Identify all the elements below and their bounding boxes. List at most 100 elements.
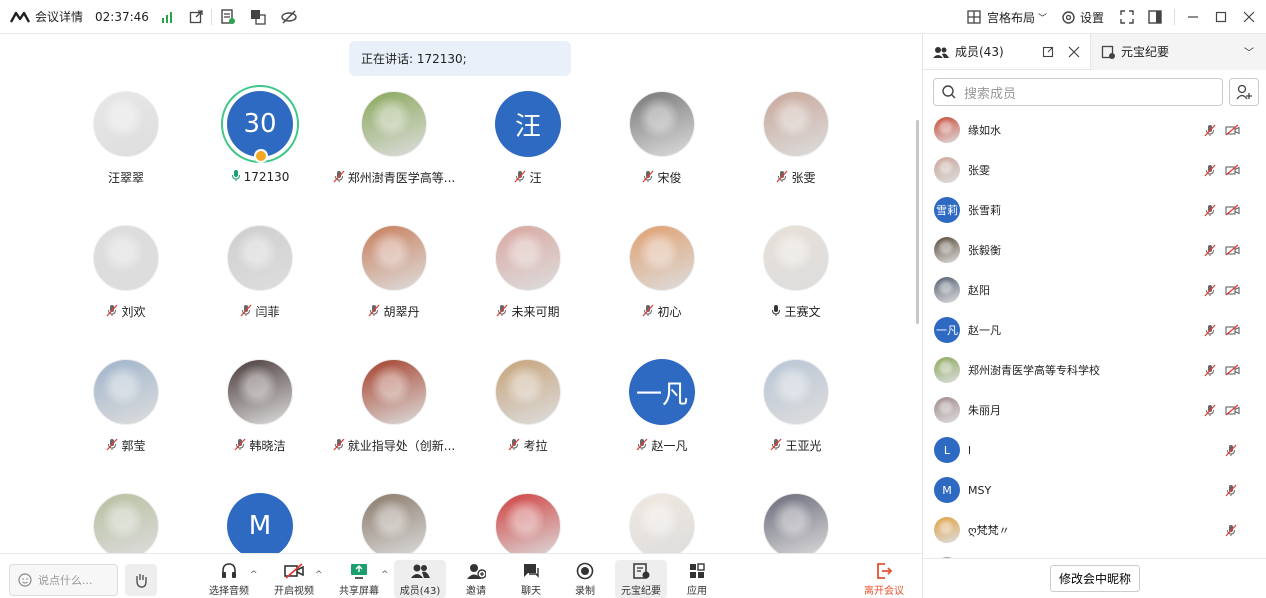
grid-layout-icon[interactable] xyxy=(967,10,981,24)
layout-button[interactable]: 宫格布局 xyxy=(987,9,1035,26)
participant-tile[interactable]: 王赛文 xyxy=(731,223,861,343)
add-member-button[interactable] xyxy=(1229,78,1259,106)
participant-tile[interactable]: 初心 xyxy=(597,223,727,343)
members-button[interactable]: 成员(43) xyxy=(394,560,446,598)
mic-muted-icon[interactable] xyxy=(1204,204,1218,217)
member-search[interactable]: 搜索成员 xyxy=(933,78,1223,106)
participant-tile[interactable] xyxy=(597,491,727,553)
member-row[interactable]: 郑州澍青医学高等专科学校 xyxy=(923,350,1266,390)
mic-muted-icon[interactable] xyxy=(1204,164,1218,177)
mic-muted-icon[interactable] xyxy=(1204,244,1218,257)
video-options-icon[interactable]: ^ xyxy=(315,570,323,580)
share-out-icon[interactable] xyxy=(189,9,203,24)
tab-members[interactable]: 成员(43) xyxy=(923,33,1091,70)
member-row[interactable]: 张雯 xyxy=(923,150,1266,190)
member-row[interactable]: 赵阳 xyxy=(923,270,1266,310)
close-panel-icon[interactable] xyxy=(1068,46,1080,58)
audio-button[interactable]: 选择音频 xyxy=(203,560,255,598)
participant-tile[interactable]: 郭莹 xyxy=(61,357,191,477)
participant-tile[interactable]: 刘欢 xyxy=(61,223,191,343)
minimize-icon[interactable] xyxy=(1187,11,1199,23)
participant-tile[interactable]: 汪翠翠 xyxy=(61,89,191,209)
video-button[interactable]: 开启视频 xyxy=(268,560,320,598)
participant-tile[interactable]: 胡翠丹 xyxy=(329,223,459,343)
mic-muted-icon[interactable] xyxy=(1204,124,1218,137)
chevron-down-icon[interactable]: ﹀ xyxy=(1038,11,1047,24)
edit-nickname-button[interactable]: 修改会中昵称 xyxy=(1049,565,1140,592)
participant-tile[interactable] xyxy=(329,491,459,553)
mic-muted-icon[interactable] xyxy=(1204,404,1218,417)
camera-off-icon[interactable] xyxy=(1225,244,1240,257)
app-title[interactable]: 会议详情 xyxy=(35,8,83,25)
member-row[interactable]: 一凡 赵一凡 xyxy=(923,310,1266,350)
video-label: 开启视频 xyxy=(274,586,314,597)
raise-hand-button[interactable] xyxy=(125,564,157,596)
member-row[interactable]: ღ梵梵〃 xyxy=(923,510,1266,550)
member-row[interactable]: 雪莉 张雪莉 xyxy=(923,190,1266,230)
mic-muted-icon[interactable] xyxy=(1204,364,1218,377)
participant-tile[interactable] xyxy=(731,491,861,553)
camera-off-icon[interactable] xyxy=(1225,164,1240,177)
camera-off-icon[interactable] xyxy=(1225,324,1240,337)
participant-tile[interactable]: 考拉 xyxy=(463,357,593,477)
participant-tile[interactable] xyxy=(61,491,191,553)
participant-tile[interactable]: 郑州澍青医学高等... xyxy=(329,89,459,209)
share-screen-icon xyxy=(351,564,367,579)
member-row[interactable]: M MSY xyxy=(923,470,1266,510)
share-screen-button[interactable]: 共享屏幕 xyxy=(333,560,385,598)
search-input[interactable]: 搜索成员 xyxy=(964,83,1016,102)
member-row[interactable]: 张毅衡 xyxy=(923,230,1266,270)
mic-muted-icon[interactable] xyxy=(1204,284,1218,297)
popout-icon[interactable] xyxy=(1042,46,1054,58)
participant-tile[interactable]: 30 172130 xyxy=(195,85,325,209)
participant-photo-avatar xyxy=(93,91,159,157)
sidebar-toggle-icon[interactable] xyxy=(1148,10,1162,24)
member-row[interactable]: 缘如水 xyxy=(923,110,1266,150)
camera-off-icon[interactable] xyxy=(1225,124,1240,137)
doc-icon[interactable] xyxy=(220,8,236,25)
invite-button[interactable]: 邀请 xyxy=(450,560,502,598)
participant-tile[interactable]: 未来可期 xyxy=(463,223,593,343)
gear-icon[interactable] xyxy=(1061,10,1076,25)
chat-input[interactable]: 说点什么... xyxy=(9,564,118,596)
share-options-icon[interactable]: ^ xyxy=(381,570,389,580)
camera-off-icon[interactable] xyxy=(1225,284,1240,297)
participant-tile[interactable]: 一凡 赵一凡 xyxy=(597,357,727,477)
apps-button[interactable]: 应用 xyxy=(671,560,723,598)
member-row[interactable] xyxy=(923,550,1266,558)
mic-muted-icon[interactable] xyxy=(1225,444,1239,457)
participant-tile[interactable]: 韩晓洁 xyxy=(195,357,325,477)
audio-options-icon[interactable]: ^ xyxy=(250,570,258,580)
participant-tile[interactable]: 张雯 xyxy=(731,89,861,209)
summary-button[interactable]: 元宝纪要 xyxy=(615,560,667,598)
member-row[interactable]: Ll xyxy=(923,430,1266,470)
record-button[interactable]: 录制 xyxy=(559,560,611,598)
camera-off-icon[interactable] xyxy=(1225,204,1240,217)
summary-icon xyxy=(633,563,650,579)
leave-meeting-button[interactable]: 离开会议 xyxy=(858,560,910,598)
close-icon[interactable] xyxy=(1243,11,1255,23)
hide-video-icon[interactable] xyxy=(280,9,298,25)
camera-off-icon[interactable] xyxy=(1225,404,1240,417)
tab-summary[interactable]: 元宝纪要 ﹀ xyxy=(1091,33,1266,70)
mic-muted-icon[interactable] xyxy=(1204,324,1218,337)
mic-muted-icon[interactable] xyxy=(1225,484,1239,497)
grid-scrollbar[interactable] xyxy=(916,120,919,324)
maximize-icon[interactable] xyxy=(1215,11,1227,23)
participant-tile[interactable]: 王亚光 xyxy=(731,357,861,477)
member-row[interactable]: 朱丽月 xyxy=(923,390,1266,430)
mic-muted-icon[interactable] xyxy=(1225,524,1239,537)
chevron-down-icon[interactable]: ﹀ xyxy=(1244,44,1254,59)
participant-tile[interactable]: 宋俊 xyxy=(597,89,727,209)
chat-button[interactable]: 聊天 xyxy=(505,560,557,598)
participant-photo-avatar xyxy=(361,359,427,425)
participant-tile[interactable]: M xyxy=(195,491,325,553)
fullscreen-icon[interactable] xyxy=(1120,10,1134,24)
participant-tile[interactable] xyxy=(463,491,593,553)
participant-tile[interactable]: 就业指导处（创新... xyxy=(329,357,459,477)
participant-tile[interactable]: 汪汪 xyxy=(463,89,593,209)
settings-button[interactable]: 设置 xyxy=(1080,9,1104,26)
participant-tile[interactable]: 闫菲 xyxy=(195,223,325,343)
camera-off-icon[interactable] xyxy=(1225,364,1240,377)
translate-icon[interactable] xyxy=(250,9,266,25)
